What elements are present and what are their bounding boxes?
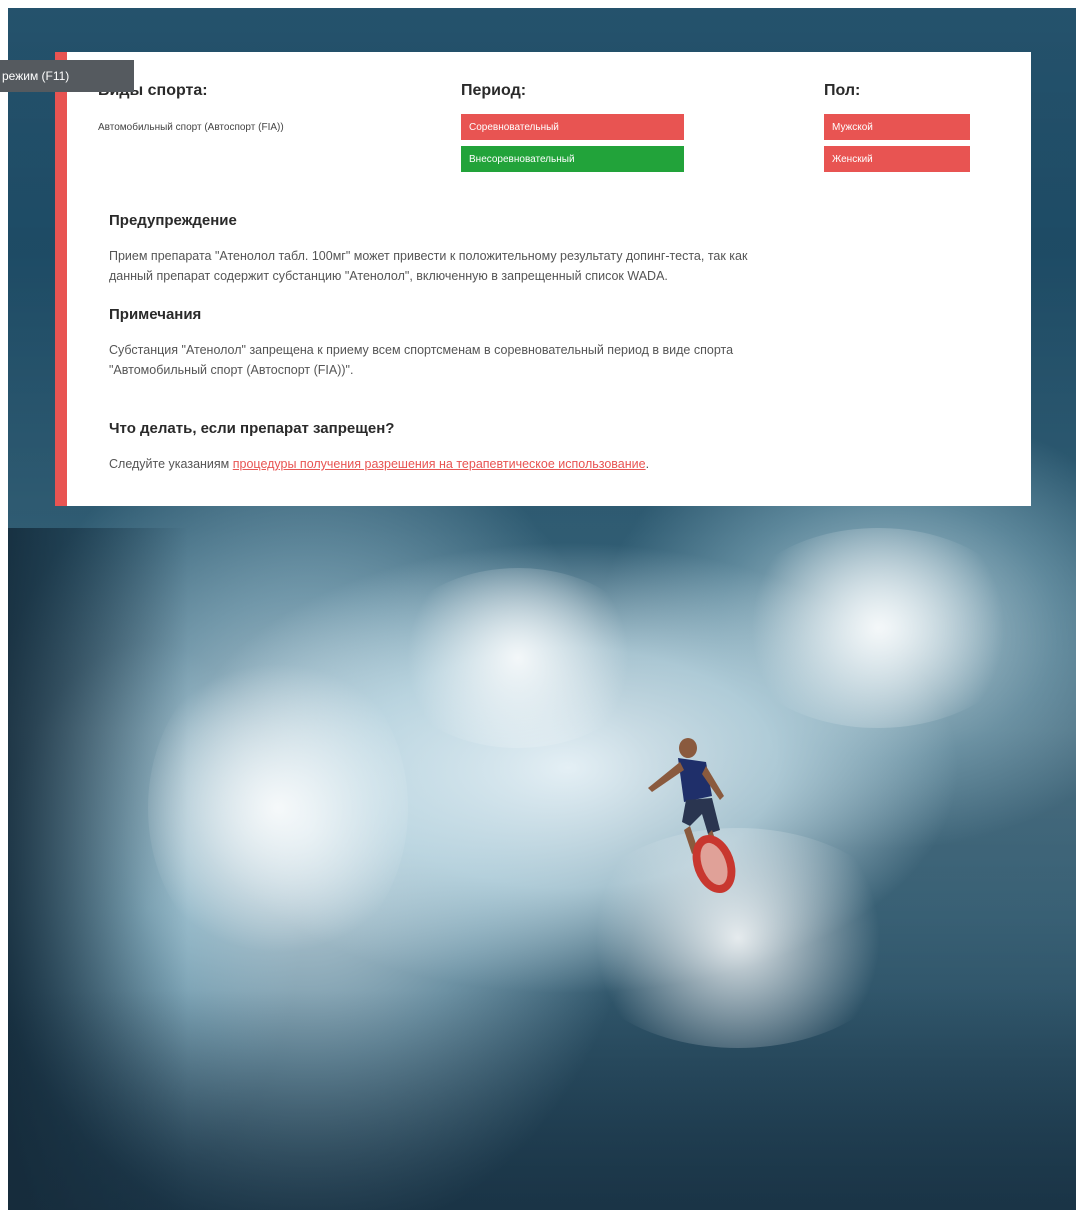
wave-spray <box>388 568 648 748</box>
gender-title: Пол: <box>824 82 861 99</box>
fullscreen-tooltip: режим (F11) <box>0 60 134 92</box>
wave-shadow-bottom <box>8 990 1076 1210</box>
wave-spray <box>728 528 1028 728</box>
tue-procedure-link[interactable]: процедуры получения разрешения на терапе… <box>233 457 646 471</box>
what-to-do-title: Что делать, если препарат запрещен? <box>109 420 395 437</box>
period-out-of-competition-button[interactable]: Внесоревновательный <box>461 146 684 172</box>
substance-info-card: Виды спорта: Автомобильный спорт (Автосп… <box>55 52 1031 506</box>
notes-title: Примечания <box>109 306 202 323</box>
warning-line-2: данный препарат содержит субстанцию "Ате… <box>109 269 668 283</box>
gender-male-button[interactable]: Мужской <box>824 114 970 140</box>
notes-line-2: "Автомобильный спорт (Автоспорт (FIA))". <box>109 363 354 377</box>
gender-female-button[interactable]: Женский <box>824 146 970 172</box>
wave-spray <box>148 648 408 968</box>
warning-text: Прием препарата "Атенолол табл. 100мг" м… <box>109 246 949 286</box>
what-to-do-suffix: . <box>645 457 650 471</box>
surfer-image <box>648 738 736 894</box>
period-competition-button[interactable]: Соревновательный <box>461 114 684 140</box>
warning-title: Предупреждение <box>109 212 237 229</box>
sports-value: Автомобильный спорт (Автоспорт (FIA)) <box>98 122 284 133</box>
period-title: Период: <box>461 82 527 99</box>
notes-text: Субстанция "Атенолол" запрещена к приему… <box>109 340 949 380</box>
notes-line-1: Субстанция "Атенолол" запрещена к приему… <box>109 343 734 357</box>
what-to-do-text: Следуйте указаниям процедуры получения р… <box>109 454 949 474</box>
what-to-do-prefix: Следуйте указаниям <box>109 457 233 471</box>
warning-line-1: Прием препарата "Атенолол табл. 100мг" м… <box>109 249 748 263</box>
